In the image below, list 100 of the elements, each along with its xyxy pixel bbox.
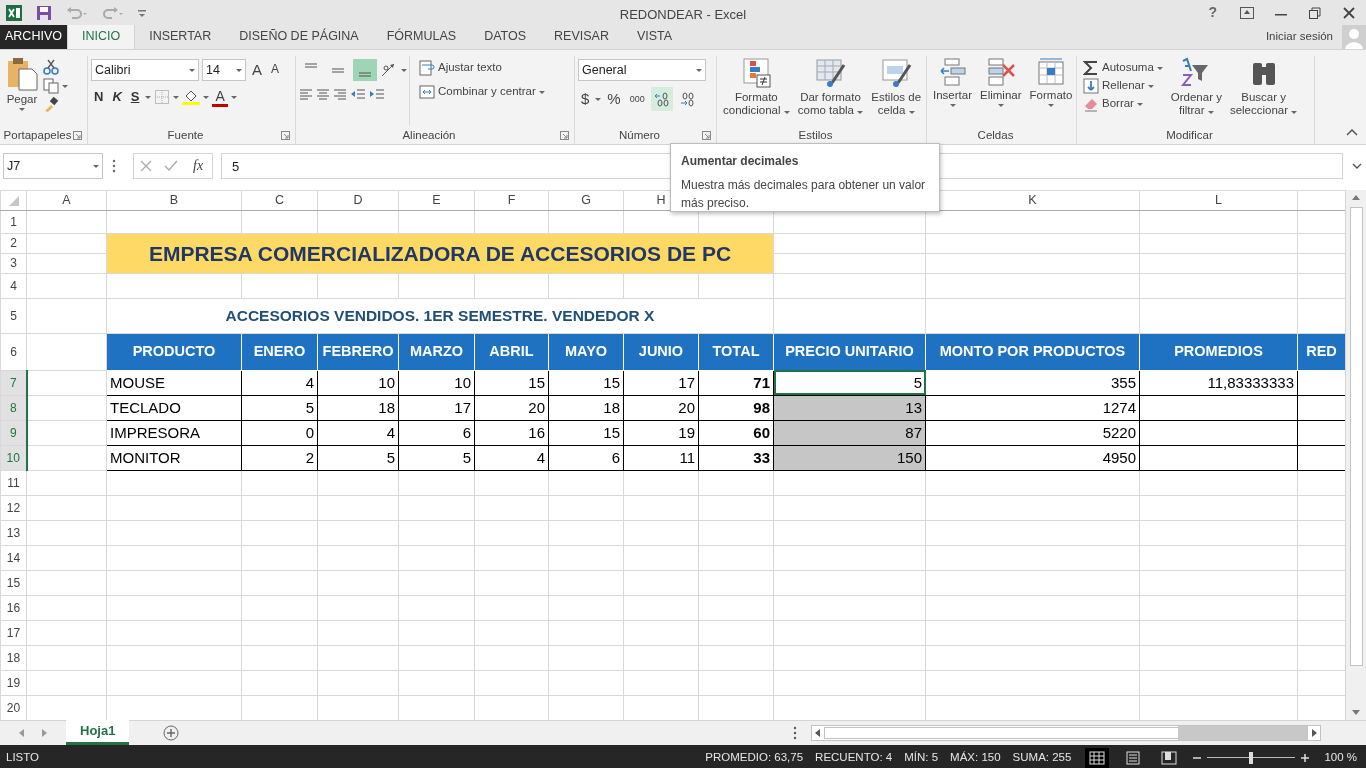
normal-view-button[interactable] xyxy=(1085,747,1110,768)
row-header[interactable]: 20 xyxy=(0,695,27,720)
table-cell[interactable]: 13 xyxy=(773,395,926,421)
align-left-icon[interactable] xyxy=(299,87,313,101)
wrap-text-button[interactable]: Ajustar texto xyxy=(416,59,548,77)
column-header[interactable]: D xyxy=(317,190,399,211)
previous-sheet-icon[interactable] xyxy=(18,729,24,737)
ribbon-tab[interactable]: INSERTAR xyxy=(135,24,226,49)
row-header[interactable]: 6 xyxy=(0,333,27,371)
delete-button[interactable]: Eliminar xyxy=(977,56,1025,126)
bold-button[interactable]: N xyxy=(91,88,107,106)
close-icon[interactable] xyxy=(1342,6,1356,19)
increase-indent-icon[interactable] xyxy=(369,87,385,101)
sort-filter-button[interactable]: Ordenar y filtrar xyxy=(1167,56,1225,126)
row-header[interactable]: 13 xyxy=(0,520,27,546)
row-header[interactable]: 2 xyxy=(0,233,27,254)
column-header[interactable]: E xyxy=(398,190,475,211)
cell-styles-button[interactable]: Estilos de celda xyxy=(868,56,925,126)
column-header[interactable]: F xyxy=(474,190,549,211)
font-name-dropdown[interactable]: Calibri xyxy=(91,59,199,81)
name-box[interactable]: J7 xyxy=(3,153,103,179)
row-header[interactable]: 10 xyxy=(0,445,27,471)
ribbon-tab[interactable]: DATOS xyxy=(470,24,541,49)
column-header[interactable]: L xyxy=(1139,190,1298,211)
zoom-slider-thumb[interactable] xyxy=(1249,751,1254,764)
row-header[interactable]: 15 xyxy=(0,570,27,596)
sign-in-link[interactable]: Iniciar sesión xyxy=(1262,29,1336,45)
clear-button[interactable]: Borrar xyxy=(1080,95,1166,113)
scissors-icon[interactable] xyxy=(43,59,59,75)
autosum-button[interactable]: Autosuma xyxy=(1080,59,1166,77)
collapse-ribbon-icon[interactable] xyxy=(1346,128,1358,136)
select-all-icon[interactable] xyxy=(7,194,20,207)
font-color-button[interactable]: A xyxy=(212,87,228,108)
find-select-button[interactable]: Buscar y seleccionar xyxy=(1226,56,1301,126)
help-button[interactable]: ? xyxy=(1205,3,1220,22)
column-header[interactable]: G xyxy=(548,190,624,211)
redo-icon[interactable] xyxy=(102,5,124,20)
underline-button[interactable]: S xyxy=(127,88,143,106)
ribbon-tab[interactable]: FÓRMULAS xyxy=(372,24,471,49)
row-header[interactable]: 3 xyxy=(0,253,27,274)
conditional-format-button[interactable]: Formato condicional xyxy=(720,56,793,126)
increase-decimal-button[interactable] xyxy=(650,87,673,111)
ribbon-tab[interactable]: DISEÑO DE PÁGINA xyxy=(225,24,373,49)
format-as-table-button[interactable]: Dar formato como tabla xyxy=(794,56,867,126)
ribbon-display-icon[interactable] xyxy=(1240,6,1254,19)
increase-font-button[interactable]: A xyxy=(249,60,265,80)
align-center-icon[interactable] xyxy=(316,87,330,101)
fill-button[interactable]: Rellenar xyxy=(1080,77,1166,95)
merge-center-button[interactable]: Combinar y centrar xyxy=(416,83,548,101)
next-sheet-icon[interactable] xyxy=(42,729,48,737)
row-header[interactable]: 11 xyxy=(0,470,27,496)
save-icon[interactable] xyxy=(36,4,52,21)
ribbon-tab[interactable]: REVISAR xyxy=(540,24,623,49)
decrease-indent-icon[interactable] xyxy=(350,87,366,101)
row-header[interactable]: 18 xyxy=(0,645,27,671)
font-size-dropdown[interactable]: 14 xyxy=(202,59,246,81)
zoom-level-button[interactable]: 100 % xyxy=(1321,749,1360,766)
row-header[interactable]: 8 xyxy=(0,395,27,421)
restore-icon[interactable] xyxy=(1308,6,1322,19)
align-right-icon[interactable] xyxy=(333,87,347,101)
customize-toolbar-icon[interactable] xyxy=(138,7,146,18)
column-header[interactable]: A xyxy=(26,190,107,211)
format-button[interactable]: Formato xyxy=(1026,56,1076,126)
row-header[interactable]: 17 xyxy=(0,620,27,646)
column-header[interactable]: B xyxy=(106,190,242,211)
table-cell[interactable]: 87 xyxy=(773,420,926,446)
insert-button[interactable]: Insertar xyxy=(930,56,975,126)
sheet-tab[interactable]: Hoja1 xyxy=(66,720,130,745)
row-header[interactable]: 12 xyxy=(0,495,27,521)
percent-button[interactable]: % xyxy=(604,89,624,109)
decrease-font-button[interactable]: A xyxy=(268,62,283,78)
table-cell[interactable]: 150 xyxy=(773,445,926,471)
zoom-in-icon[interactable] xyxy=(1301,753,1310,762)
dialog-launcher-icon[interactable] xyxy=(560,131,569,140)
fill-color-icon[interactable] xyxy=(182,89,201,106)
thousands-button[interactable]: 000 xyxy=(626,92,648,106)
dialog-launcher-icon[interactable] xyxy=(281,131,290,140)
row-header[interactable]: 7 xyxy=(0,370,27,396)
row-header[interactable]: 5 xyxy=(0,298,27,334)
italic-button[interactable]: K xyxy=(109,88,125,106)
row-header[interactable]: 9 xyxy=(0,420,27,446)
cancel-icon[interactable] xyxy=(140,160,152,172)
row-header[interactable]: 16 xyxy=(0,595,27,621)
currency-button[interactable]: $ xyxy=(578,89,593,109)
paste-button[interactable]: Pegar xyxy=(3,56,41,126)
ribbon-tab[interactable]: ARCHIVO xyxy=(0,24,67,49)
row-header[interactable]: 4 xyxy=(0,273,27,299)
format-painter-icon[interactable] xyxy=(43,97,59,113)
horizontal-scrollbar[interactable] xyxy=(811,725,1322,741)
dialog-launcher-icon[interactable] xyxy=(702,131,711,140)
row-header[interactable]: 1 xyxy=(0,210,27,234)
ribbon-tab[interactable]: VISTA xyxy=(622,24,687,49)
row-header[interactable]: 19 xyxy=(0,670,27,696)
add-sheet-icon[interactable] xyxy=(163,725,180,741)
check-icon[interactable] xyxy=(164,160,178,172)
insert-function-button[interactable]: fx xyxy=(190,156,207,176)
table-cell[interactable]: 5 xyxy=(773,370,926,396)
column-header[interactable]: C xyxy=(241,190,318,211)
dialog-launcher-icon[interactable] xyxy=(73,131,82,140)
vertical-scrollbar[interactable] xyxy=(1345,190,1366,720)
